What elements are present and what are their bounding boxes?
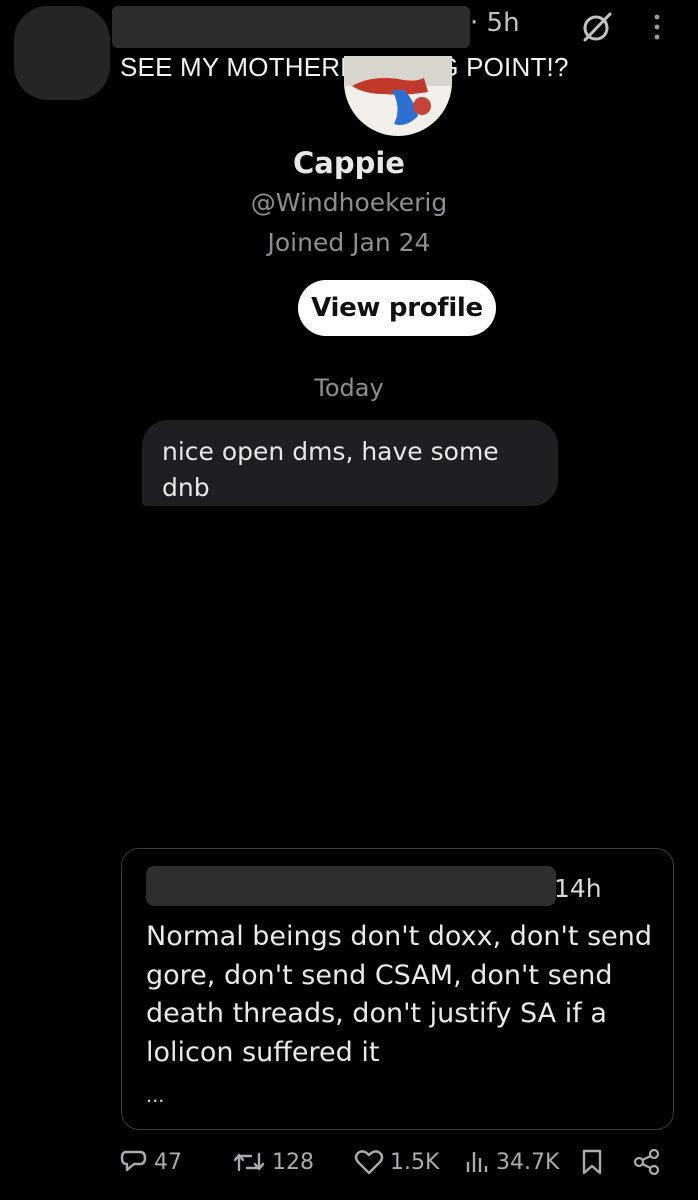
share-button[interactable] [632, 1148, 662, 1176]
views-icon [464, 1148, 490, 1176]
dm-day-separator: Today [314, 374, 384, 402]
like-icon [354, 1148, 384, 1176]
share-icon [632, 1148, 662, 1176]
bookmark-icon [580, 1148, 604, 1176]
reply-count: 47 [154, 1149, 182, 1175]
redacted-avatar [14, 6, 110, 100]
more-icon[interactable] [644, 12, 670, 42]
repost-button[interactable]: 128 [232, 1148, 314, 1176]
dm-message-text: nice open dms, have some dnb [162, 437, 499, 502]
bookmark-button[interactable] [580, 1148, 604, 1176]
dm-user-name: Cappie [293, 146, 405, 180]
quote-text: Normal beings don't doxx, don't send gor… [146, 921, 653, 1068]
redacted-quote-author [146, 866, 556, 906]
views-count: 34.7K [496, 1149, 560, 1175]
quote-time: 14h [554, 874, 602, 903]
dm-user-handle: @Windhoekerig [250, 188, 448, 217]
view-profile-button[interactable]: View profile [298, 280, 496, 336]
like-count: 1.5K [390, 1149, 440, 1175]
dm-joined-date: Joined Jan 24 [267, 228, 431, 257]
quote-ellipsis: ... [146, 1082, 165, 1107]
reply-icon [120, 1148, 148, 1176]
reply-button[interactable]: 47 [120, 1148, 182, 1176]
views-button[interactable]: 34.7K [464, 1148, 559, 1176]
repost-count: 128 [272, 1149, 314, 1175]
dm-avatar [344, 56, 452, 136]
post-time: · 5h [470, 8, 520, 38]
redacted-author-name [112, 6, 470, 48]
grok-icon[interactable] [580, 10, 614, 44]
action-bar: 47 128 1.5K 34.7K [0, 1148, 698, 1188]
repost-icon [232, 1148, 266, 1176]
like-button[interactable]: 1.5K [354, 1148, 439, 1176]
